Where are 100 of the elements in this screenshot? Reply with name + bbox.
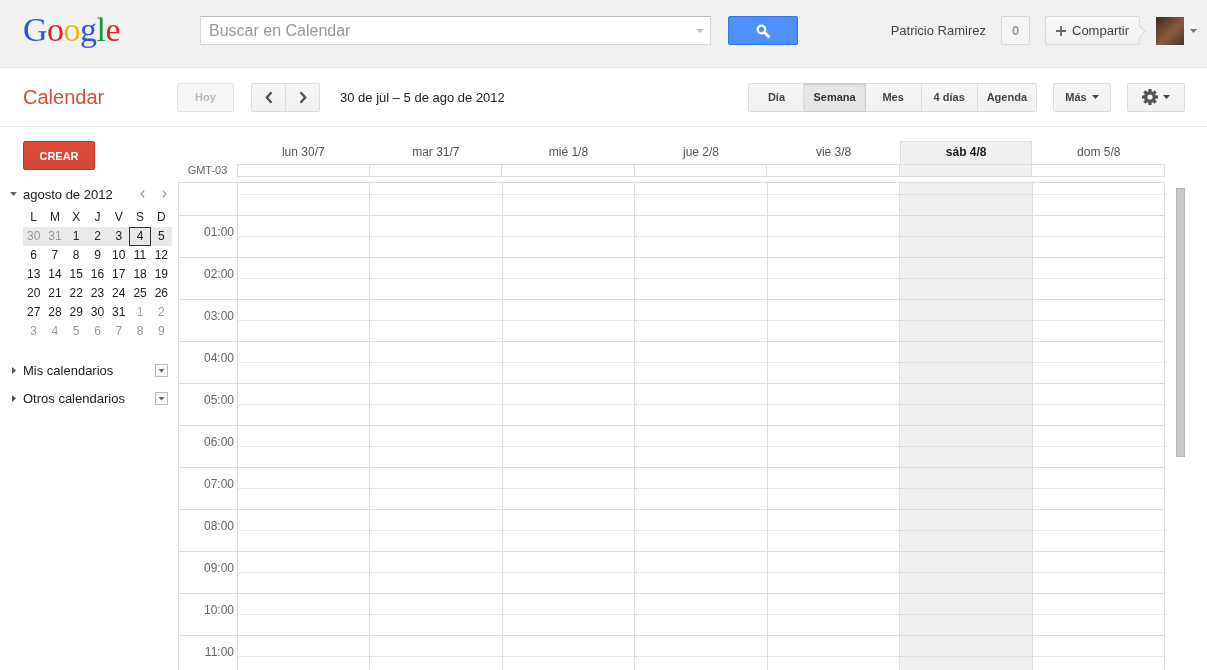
scrollbar-thumb[interactable] (1176, 188, 1185, 457)
view-button[interactable]: Semana (804, 82, 866, 112)
day-column[interactable] (369, 183, 502, 670)
disclosure-triangle-icon[interactable] (12, 366, 16, 374)
view-button[interactable]: Día (748, 82, 805, 112)
calendar-day[interactable]: 19 (150, 265, 172, 284)
caret-icon[interactable] (1190, 28, 1197, 33)
calendar-day[interactable]: 18 (129, 265, 151, 284)
calendar-day[interactable]: 21 (44, 284, 66, 303)
day-header[interactable]: mié 1/8 (502, 141, 635, 164)
view-button[interactable]: 4 días (921, 82, 978, 112)
calendar-day[interactable]: 8 (65, 246, 87, 265)
time-label: 02:00 (203, 267, 234, 281)
disclosure-triangle-icon[interactable] (10, 192, 17, 196)
all-day-cell[interactable] (767, 164, 900, 177)
calendar-day[interactable]: 16 (86, 265, 109, 284)
calendar-day[interactable]: 20 (23, 284, 45, 303)
day-header[interactable]: lun 30/7 (237, 141, 370, 164)
day-column[interactable] (501, 183, 635, 670)
day-header[interactable]: sáb 4/8 (899, 141, 1033, 164)
weekday-label: L (29, 209, 38, 226)
previous-button[interactable] (251, 82, 286, 112)
day-header[interactable]: vie 3/8 (767, 141, 900, 164)
all-day-cell[interactable] (899, 164, 1033, 177)
view-button[interactable]: Agenda (977, 82, 1037, 112)
user-name[interactable]: Patricio Ramirez (890, 23, 986, 38)
day-header[interactable]: jue 2/8 (634, 141, 768, 164)
calendar-day[interactable]: 25 (129, 284, 151, 303)
chevron-right-icon (298, 90, 307, 104)
logo-text[interactable]: Google (23, 13, 121, 47)
view-button[interactable]: Mes (865, 82, 922, 112)
calendar-day[interactable]: 15 (65, 265, 87, 284)
caret-icon (1163, 95, 1170, 99)
calendar-day[interactable]: 14 (44, 265, 66, 284)
create-button[interactable]: CREAR (23, 141, 95, 170)
plus-icon (1056, 25, 1066, 36)
all-day-cell[interactable] (502, 164, 635, 177)
day-column[interactable] (899, 183, 1032, 670)
caret-icon (1091, 95, 1099, 99)
disclosure-triangle-icon[interactable] (12, 394, 16, 402)
all-day-cell[interactable] (1032, 164, 1166, 177)
all-day-cell[interactable] (369, 164, 503, 177)
calendar-day[interactable]: 24 (108, 284, 130, 303)
calendar-day[interactable]: 27 (23, 303, 45, 322)
calendar-day[interactable]: 6 (23, 246, 45, 265)
calendar-list-label[interactable]: Otros calendarios (23, 390, 155, 406)
day-header[interactable]: dom 5/8 (1032, 141, 1166, 164)
calendar-day[interactable]: 2 (86, 227, 109, 246)
calendar-day[interactable]: 31 (108, 303, 130, 322)
calendar-day[interactable]: 12 (150, 246, 172, 265)
calendar-day[interactable]: 7 (44, 246, 66, 265)
weekday-label: D (156, 209, 167, 226)
more-button[interactable]: Más (1053, 82, 1111, 112)
calendar-day[interactable]: 4 (129, 227, 151, 246)
calendar-day[interactable]: 28 (44, 303, 66, 322)
calendar-list-label[interactable]: Mis calendarios (23, 362, 155, 378)
day-column[interactable] (237, 183, 370, 670)
all-day-cell[interactable] (634, 164, 768, 177)
dropdown-menu-icon[interactable] (155, 391, 168, 405)
all-day-cell[interactable] (237, 164, 370, 177)
chevron-left-icon[interactable] (140, 190, 145, 198)
month-title[interactable]: agosto de 2012 (23, 186, 140, 202)
app-title: Calendar (23, 85, 105, 108)
day-header[interactable]: mar 31/7 (369, 141, 503, 164)
weekday-label: S (135, 209, 146, 226)
weekday-label: J (93, 209, 102, 226)
calendar-day[interactable]: 26 (150, 284, 172, 303)
calendar-day[interactable]: 13 (23, 265, 45, 284)
search-field[interactable]: Buscar en Calendar (200, 16, 711, 45)
calendar-day[interactable]: 3 (108, 227, 130, 246)
calendar-day[interactable]: 17 (108, 265, 130, 284)
calendar-day[interactable]: 1 (65, 227, 87, 246)
timezone-label: GMT-03 (187, 164, 228, 177)
calendar-day[interactable]: 22 (65, 284, 87, 303)
date-range: 30 de jul – 5 de ago de 2012 (340, 89, 505, 105)
settings-button[interactable] (1127, 82, 1185, 112)
avatar-photo-placeholder[interactable] (1156, 16, 1184, 45)
time-label: 06:00 (203, 435, 234, 449)
calendar-day[interactable]: 29 (65, 303, 87, 322)
calendar-day[interactable]: 10 (108, 246, 130, 265)
chevron-right-icon[interactable] (162, 190, 167, 198)
dropdown-menu-icon[interactable] (155, 363, 168, 377)
time-label: 07:00 (203, 477, 234, 491)
time-label: 04:00 (203, 351, 234, 365)
calendar-day[interactable]: 9 (86, 246, 109, 265)
search-icon (756, 23, 770, 38)
caret-icon[interactable] (696, 29, 704, 33)
calendar-day[interactable]: 30 (86, 303, 109, 322)
chevron-left-icon (264, 90, 273, 104)
calendar-day[interactable]: 11 (129, 246, 151, 265)
weekday-label: X (71, 209, 82, 226)
calendar-day[interactable]: 23 (86, 284, 109, 303)
weekday-label: V (113, 209, 124, 226)
day-column[interactable] (1031, 183, 1164, 670)
calendar-day[interactable]: 5 (150, 227, 172, 246)
day-column[interactable] (634, 183, 767, 670)
next-button[interactable] (286, 82, 320, 112)
time-label: 05:00 (203, 393, 234, 407)
search-button[interactable] (728, 16, 798, 45)
time-label: 01:00 (203, 225, 234, 239)
